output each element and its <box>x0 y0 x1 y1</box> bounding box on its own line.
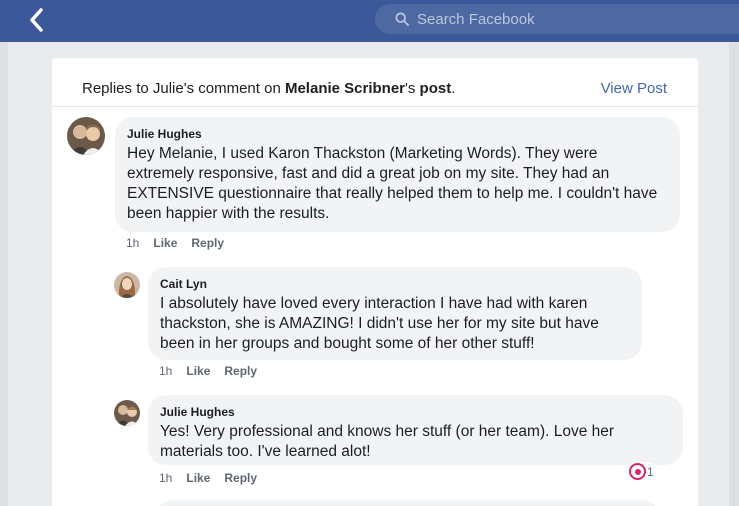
replies-card: Replies to Julie's comment on Melanie Sc… <box>52 58 698 506</box>
view-post-link[interactable]: View Post <box>601 80 667 97</box>
reply-timestamp[interactable]: 1h <box>159 471 172 485</box>
search-icon <box>395 12 409 26</box>
profile-photo-icon <box>67 117 105 155</box>
reaction-count: 1 <box>647 464 654 479</box>
like-button[interactable]: Like <box>186 364 210 378</box>
reply-button[interactable]: Reply <box>224 364 257 378</box>
heart-reaction-icon <box>629 463 646 480</box>
like-button[interactable]: Like <box>186 471 210 485</box>
search-bar[interactable] <box>375 4 739 34</box>
reply-button[interactable]: Reply <box>191 236 224 250</box>
reply-text: Yes! Very professional and knows her stu… <box>160 423 615 460</box>
replies-header: Replies to Julie's comment on Melanie Sc… <box>82 80 455 97</box>
reply-bubble: Cait Lyn I absolutely have loved every i… <box>148 267 642 360</box>
comment-actions: 1h Like Reply <box>126 236 224 250</box>
page-margin-right <box>729 42 739 506</box>
reply-timestamp[interactable]: 1h <box>159 364 172 378</box>
avatar[interactable] <box>67 117 105 155</box>
reply-actions: 1h Like Reply <box>159 471 257 485</box>
profile-photo-icon <box>114 400 140 426</box>
profile-photo-icon <box>114 272 140 298</box>
reply-actions: 1h Like Reply <box>159 364 257 378</box>
back-button[interactable] <box>30 6 58 34</box>
like-button[interactable]: Like <box>153 236 177 250</box>
next-reply-bubble <box>155 500 660 506</box>
chevron-left-icon <box>30 8 43 32</box>
post-link[interactable]: post <box>420 80 452 97</box>
avatar[interactable] <box>114 400 140 426</box>
comment-text: Hey Melanie, I used Karon Thackston (Mar… <box>127 145 658 222</box>
reply-text: I absolutely have loved every interactio… <box>160 295 599 352</box>
reply-bubble: Julie Hughes Yes! Very professional and … <box>148 395 683 465</box>
post-owner-link[interactable]: Melanie Scribner <box>285 80 405 97</box>
header-possessive: 's <box>405 80 420 97</box>
comment-bubble: Julie Hughes Hey Melanie, I used Karon T… <box>115 117 680 232</box>
reply-button[interactable]: Reply <box>224 471 257 485</box>
comment-author-link[interactable]: Julie Hughes <box>127 127 668 141</box>
header-suffix: . <box>451 80 456 97</box>
search-input[interactable] <box>417 10 677 28</box>
reaction-badge[interactable]: 1 <box>626 462 657 481</box>
header-divider <box>52 106 698 107</box>
reply-author-link[interactable]: Julie Hughes <box>160 405 671 419</box>
reply-author-link[interactable]: Cait Lyn <box>160 277 630 291</box>
top-navigation-bar <box>0 0 739 42</box>
header-prefix: Replies to Julie's comment on <box>82 80 285 97</box>
page-margin-left <box>0 42 8 506</box>
comment-timestamp[interactable]: 1h <box>126 236 139 250</box>
avatar[interactable] <box>114 272 140 298</box>
